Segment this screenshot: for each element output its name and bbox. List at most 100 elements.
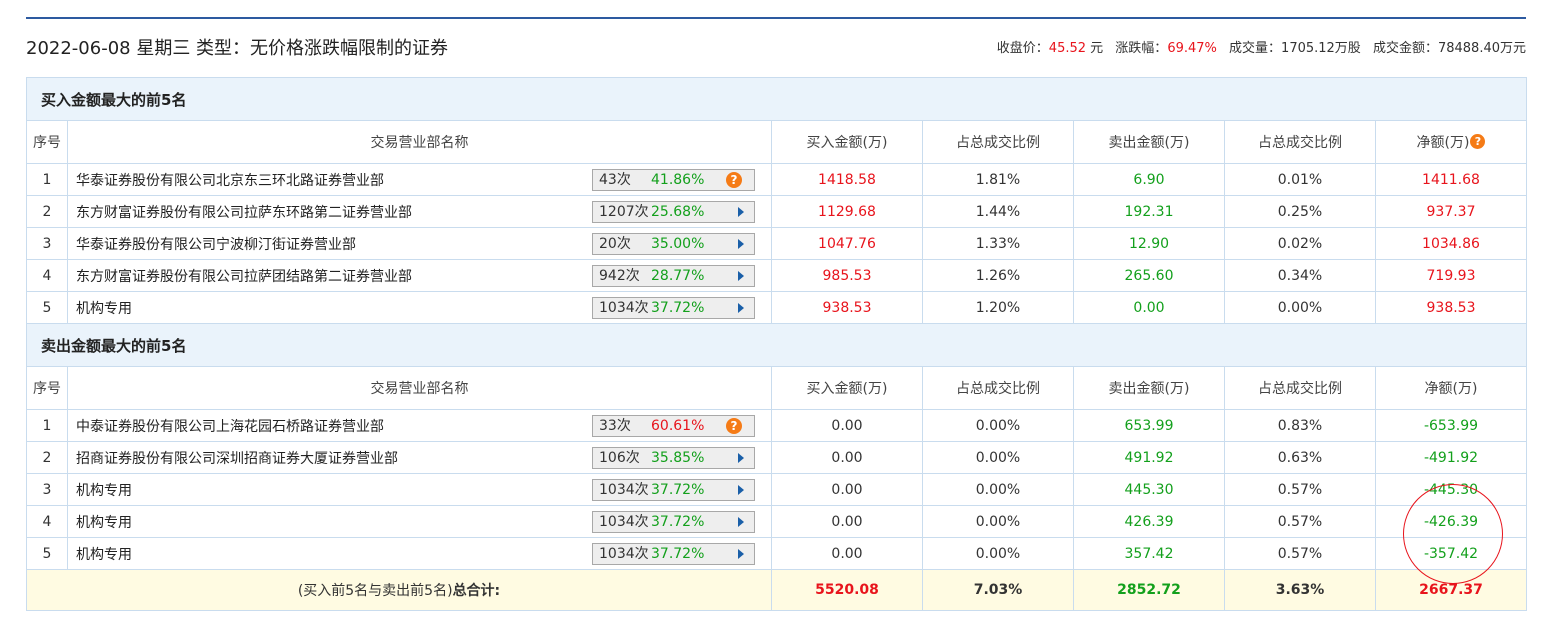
sell-amount: 653.99 [1073, 409, 1225, 442]
total-buy: 5520.08 [771, 569, 923, 611]
branch-name-link[interactable]: 中泰证券股份有限公司上海花园石桥路证券营业部 [76, 416, 384, 436]
win-rate: 28.77% [651, 268, 705, 284]
net-amount: -357.42 [1375, 537, 1527, 570]
net-amount: -445.30 [1375, 473, 1527, 506]
net-amount: -653.99 [1375, 409, 1527, 442]
branch-name-link[interactable]: 东方财富证券股份有限公司拉萨团结路第二证券营业部 [76, 266, 412, 286]
row-seq: 1 [26, 409, 68, 442]
arrow-right-icon[interactable] [738, 207, 744, 217]
page-title: 2022-06-08 星期三 类型：无价格涨跌幅限制的证券 [26, 38, 449, 59]
question-icon[interactable]: ? [726, 418, 742, 434]
buy-amount: 1129.68 [771, 195, 923, 228]
net-amount: 937.37 [1375, 195, 1527, 228]
question-icon[interactable]: ? [726, 172, 742, 188]
branch-cell: 东方财富证券股份有限公司拉萨团结路第二证券营业部 942次 28.77% [67, 259, 772, 292]
col-sell: 卖出金额(万) [1073, 120, 1225, 164]
branch-cell: 机构专用 1034次 37.72% [67, 291, 772, 324]
total-buy-ratio: 7.03% [922, 569, 1074, 611]
total-label: (买入前5名与卖出前5名)总合计: [26, 569, 772, 611]
listing-count: 1034次 [599, 482, 649, 498]
buy-amount: 1418.58 [771, 163, 923, 196]
close-value: 45.52 [1048, 41, 1087, 56]
buy-ratio: 1.20% [922, 291, 1074, 324]
history-stats-button[interactable]: 1034次 37.72% [592, 543, 755, 565]
branch-name-link[interactable]: 机构专用 [76, 480, 132, 500]
total-row: (买入前5名与卖出前5名)总合计: 5520.08 7.03% 2852.72 … [26, 569, 1527, 611]
sell-column-header-row: 序号 交易营业部名称 买入金额(万) 占总成交比例 卖出金额(万) 占总成交比例… [26, 366, 1527, 410]
buy-section-header: 买入金额最大的前5名 [26, 77, 1527, 121]
history-stats-button[interactable]: 106次 35.85% [592, 447, 755, 469]
branch-cell: 机构专用 1034次 37.72% [67, 473, 772, 506]
col-seq: 序号 [26, 120, 68, 164]
history-stats-button[interactable]: 942次 28.77% [592, 265, 755, 287]
history-stats-button[interactable]: 1034次 37.72% [592, 511, 755, 533]
arrow-right-icon[interactable] [738, 453, 744, 463]
branch-name-link[interactable]: 东方财富证券股份有限公司拉萨东环路第二证券营业部 [76, 202, 412, 222]
volume-label: 成交量： [1229, 41, 1282, 56]
branch-cell: 机构专用 1034次 37.72% [67, 505, 772, 538]
sell-amount: 445.30 [1073, 473, 1225, 506]
branch-cell: 招商证券股份有限公司深圳招商证券大厦证券营业部 106次 35.85% [67, 441, 772, 474]
listing-count: 1034次 [599, 300, 649, 316]
arrow-right-icon[interactable] [738, 303, 744, 313]
listing-count: 1034次 [599, 514, 649, 530]
arrow-right-icon[interactable] [738, 485, 744, 495]
sell-amount: 6.90 [1073, 163, 1225, 196]
arrow-right-icon[interactable] [738, 239, 744, 249]
total-net: 2667.37 [1375, 569, 1527, 611]
col-net: 净额(万)? [1375, 120, 1527, 164]
change-value: 69.47% [1167, 41, 1217, 56]
row-seq: 5 [26, 291, 68, 324]
branch-cell: 华泰证券股份有限公司北京东三环北路证券营业部 43次 41.86%? [67, 163, 772, 196]
buy-ratio: 1.81% [922, 163, 1074, 196]
listing-count: 20次 [599, 236, 631, 252]
table-row: 4 东方财富证券股份有限公司拉萨团结路第二证券营业部 942次 28.77% 985.5… [26, 259, 1527, 292]
row-seq: 2 [26, 441, 68, 474]
branch-name-link[interactable]: 招商证券股份有限公司深圳招商证券大厦证券营业部 [76, 448, 398, 468]
sell-amount: 192.31 [1073, 195, 1225, 228]
branch-name-link[interactable]: 华泰证券股份有限公司宁波柳汀街证券营业部 [76, 234, 356, 254]
page-header: 2022-06-08 星期三 类型：无价格涨跌幅限制的证券 收盘价：45.52 … [26, 36, 1526, 64]
branch-name-link[interactable]: 机构专用 [76, 298, 132, 318]
table-row: 1 中泰证券股份有限公司上海花园石桥路证券营业部 33次 60.61%? 0.00 0.0… [26, 409, 1527, 442]
net-amount: 1411.68 [1375, 163, 1527, 196]
branch-name-link[interactable]: 机构专用 [76, 512, 132, 532]
win-rate: 35.85% [651, 450, 705, 466]
history-stats-button[interactable]: 1034次 37.72% [592, 479, 755, 501]
sell-amount: 12.90 [1073, 227, 1225, 260]
branch-name-link[interactable]: 机构专用 [76, 544, 132, 564]
question-icon[interactable]: ? [1470, 134, 1486, 149]
branch-name-link[interactable]: 华泰证券股份有限公司北京东三环北路证券营业部 [76, 170, 384, 190]
history-stats-button[interactable]: 1034次 37.72% [592, 297, 755, 319]
win-rate: 35.00% [651, 236, 705, 252]
listing-count: 33次 [599, 418, 631, 434]
listing-count: 106次 [599, 450, 640, 466]
win-rate: 60.61% [651, 418, 705, 434]
arrow-right-icon[interactable] [738, 549, 744, 559]
history-stats-button[interactable]: 43次 41.86%? [592, 169, 755, 191]
col-sell: 卖出金额(万) [1073, 366, 1225, 410]
history-stats-button[interactable]: 20次 35.00% [592, 233, 755, 255]
row-seq: 5 [26, 537, 68, 570]
buy-ratio: 0.00% [922, 441, 1074, 474]
arrow-right-icon[interactable] [738, 517, 744, 527]
buy-amount: 0.00 [771, 537, 923, 570]
listing-count: 1034次 [599, 546, 649, 562]
buy-amount: 1047.76 [771, 227, 923, 260]
buy-ratio: 0.00% [922, 537, 1074, 570]
listing-count: 43次 [599, 172, 631, 188]
table-row: 2 招商证券股份有限公司深圳招商证券大厦证券营业部 106次 35.85% 0.00 0.… [26, 441, 1527, 474]
sell-amount: 357.42 [1073, 537, 1225, 570]
sell-section-header: 卖出金额最大的前5名 [26, 323, 1527, 367]
arrow-right-icon[interactable] [738, 271, 744, 281]
change-label: 涨跌幅： [1115, 41, 1168, 56]
sell-ratio: 0.00% [1224, 291, 1376, 324]
buy-amount: 0.00 [771, 505, 923, 538]
branch-cell: 东方财富证券股份有限公司拉萨东环路第二证券营业部 1207次 25.68% [67, 195, 772, 228]
col-net: 净额(万) [1375, 366, 1527, 410]
buy-ratio: 1.33% [922, 227, 1074, 260]
history-stats-button[interactable]: 33次 60.61%? [592, 415, 755, 437]
row-seq: 3 [26, 473, 68, 506]
history-stats-button[interactable]: 1207次 25.68% [592, 201, 755, 223]
total-sell-ratio: 3.63% [1224, 569, 1376, 611]
